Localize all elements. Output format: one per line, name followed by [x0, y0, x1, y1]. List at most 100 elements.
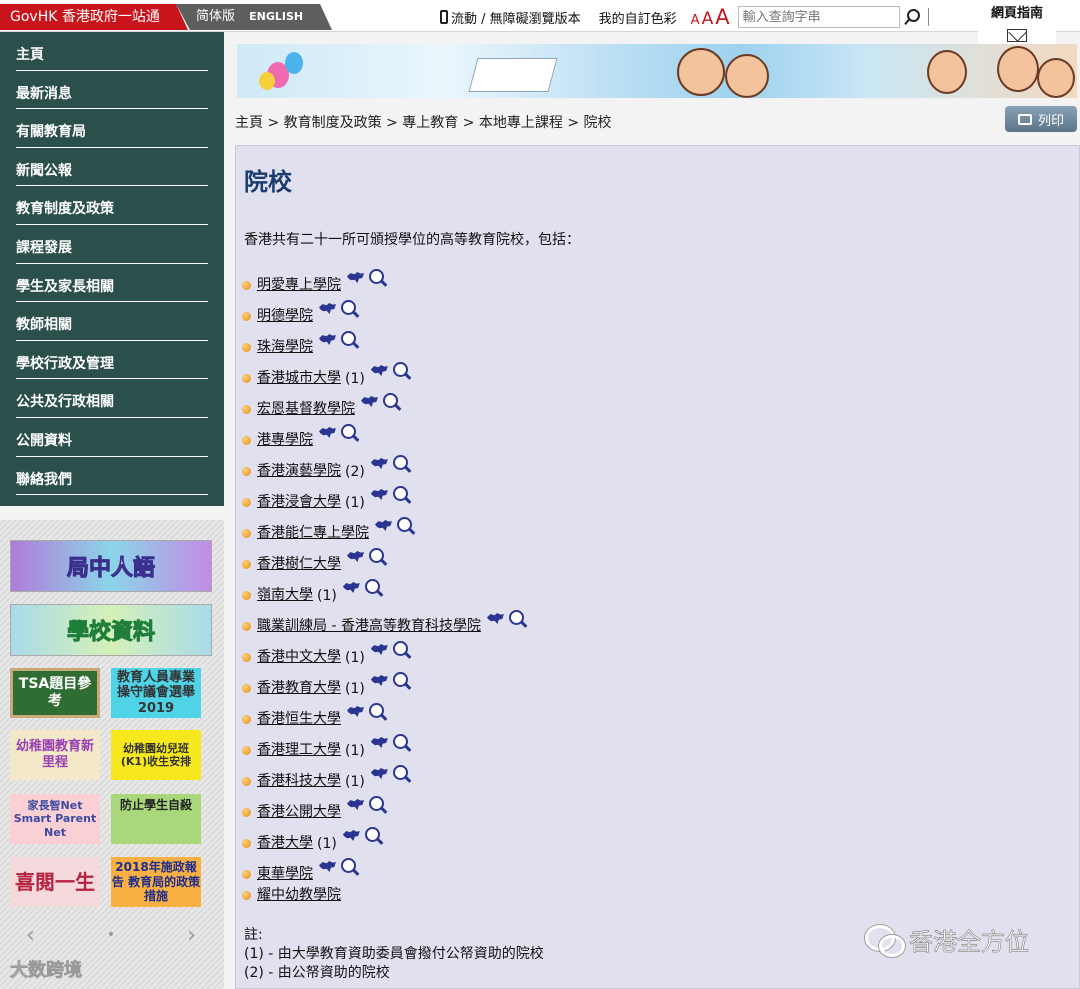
map-icon[interactable]: [347, 799, 364, 810]
promo-tile-smart-parent[interactable]: 家長智Net Smart Parent Net: [10, 794, 100, 844]
promo-tile-tsa[interactable]: TSA題目參考: [10, 668, 100, 718]
magnifier-icon[interactable]: [340, 299, 360, 319]
promo-tile-k1-admission[interactable]: 幼稚園幼兒班(K1)收生安排: [111, 730, 201, 780]
institution-link[interactable]: 香港能仁專上學院: [257, 522, 369, 542]
map-icon[interactable]: [486, 613, 504, 624]
map-icon[interactable]: [319, 334, 336, 345]
map-icon[interactable]: [370, 675, 388, 686]
lang-simplified-link[interactable]: 简体版: [196, 9, 235, 24]
institution-link[interactable]: 港專學院: [257, 429, 313, 449]
institution-link[interactable]: 香港公開大學: [257, 801, 341, 821]
map-icon[interactable]: [370, 737, 388, 748]
carousel-next-button[interactable]: ›: [187, 923, 196, 948]
magnifier-icon[interactable]: [392, 764, 412, 784]
magnifier-icon[interactable]: [368, 795, 388, 815]
institution-link[interactable]: 宏恩基督教學院: [257, 398, 355, 418]
institution-link[interactable]: 香港恒生大學: [257, 708, 341, 728]
sidebar-item-press[interactable]: 新聞公報: [16, 148, 208, 187]
map-icon[interactable]: [342, 582, 360, 593]
institution-link[interactable]: 東華學院: [257, 863, 313, 883]
institution-link[interactable]: 香港中文大學: [257, 646, 341, 666]
sidebar-item-contact[interactable]: 聯絡我們: [16, 457, 208, 496]
institution-link[interactable]: 明德學院: [257, 305, 313, 325]
map-icon[interactable]: [375, 520, 392, 531]
carousel-prev-button[interactable]: ‹: [26, 923, 35, 948]
sidebar-item-open-data[interactable]: 公開資料: [16, 418, 208, 457]
promo-tile-council-election[interactable]: 教育人員專業操守議會選舉2019: [111, 668, 201, 718]
magnifier-icon[interactable]: [392, 733, 412, 753]
promo-tile-suicide-prevention[interactable]: 防止學生自殺: [111, 794, 201, 844]
sidebar-item-school-admin[interactable]: 學校行政及管理: [16, 341, 208, 380]
promo-tile-kindergarten[interactable]: 幼稚園教育新里程: [10, 730, 100, 780]
sidebar-item-public-admin[interactable]: 公共及行政相關: [16, 379, 208, 418]
magnifier-icon[interactable]: [392, 361, 412, 381]
institution-link[interactable]: 嶺南大學: [257, 584, 313, 604]
institution-link[interactable]: 香港樹仁大學: [257, 553, 341, 573]
sidebar-item-home[interactable]: 主頁: [16, 32, 208, 71]
institution-link[interactable]: 香港科技大學: [257, 770, 341, 790]
font-size-small[interactable]: A: [691, 13, 700, 28]
institution-link[interactable]: 珠海學院: [257, 336, 313, 356]
map-icon[interactable]: [370, 644, 388, 655]
map-icon[interactable]: [319, 303, 336, 314]
magnifier-icon[interactable]: [340, 857, 360, 877]
map-icon[interactable]: [319, 861, 336, 872]
magnifier-icon[interactable]: [508, 609, 528, 629]
magnifier-icon[interactable]: [392, 671, 412, 691]
institution-link[interactable]: 職業訓練局 - 香港高等教育科技學院: [257, 615, 481, 635]
font-size-medium[interactable]: A: [702, 9, 714, 29]
map-icon[interactable]: [370, 458, 388, 469]
custom-colour-link[interactable]: 我的自訂色彩: [599, 8, 677, 27]
sidebar-item-students-parents[interactable]: 學生及家長相關: [16, 264, 208, 303]
search-icon[interactable]: [904, 7, 922, 27]
font-size-large[interactable]: A: [715, 5, 729, 29]
magnifier-icon[interactable]: [340, 330, 360, 350]
sidebar-item-news[interactable]: 最新消息: [16, 71, 208, 110]
sidebar-item-teachers[interactable]: 教師相關: [16, 302, 208, 341]
govhk-link[interactable]: GovHK 香港政府一站通: [0, 4, 188, 30]
mobile-version-link[interactable]: 流動 / 無障礙瀏覽版本: [451, 8, 581, 27]
sidebar-item-about[interactable]: 有關教育局: [16, 109, 208, 148]
lang-english-link[interactable]: ENGLISH: [249, 10, 303, 23]
carousel-dot[interactable]: •: [107, 927, 115, 943]
map-icon[interactable]: [347, 272, 364, 283]
map-icon[interactable]: [370, 768, 388, 779]
magnifier-icon[interactable]: [368, 268, 388, 288]
magnifier-icon[interactable]: [364, 578, 384, 598]
map-icon[interactable]: [347, 551, 364, 562]
promo-banner-school-info[interactable]: 學校資料: [10, 604, 212, 656]
institution-link[interactable]: 香港演藝學院: [257, 460, 341, 480]
institution-link[interactable]: 香港大學: [257, 832, 313, 852]
promo-tile-policy-address[interactable]: 2018年施政報告 教育局的政策措施: [111, 857, 201, 907]
institution-link[interactable]: 耀中幼教學院: [257, 884, 341, 904]
map-icon[interactable]: [347, 706, 364, 717]
magnifier-icon[interactable]: [368, 547, 388, 567]
map-icon[interactable]: [319, 427, 336, 438]
print-button[interactable]: 列印: [1005, 106, 1077, 132]
magnifier-icon[interactable]: [382, 392, 402, 412]
map-icon[interactable]: [370, 365, 388, 376]
magnifier-icon[interactable]: [392, 640, 412, 660]
institution-link[interactable]: 香港浸會大學: [257, 491, 341, 511]
map-icon[interactable]: [370, 489, 388, 500]
institution-link[interactable]: 香港城市大學: [257, 367, 341, 387]
magnifier-icon[interactable]: [392, 454, 412, 474]
search-input[interactable]: [737, 6, 900, 28]
institution-link[interactable]: 明愛專上學院: [257, 274, 341, 294]
breadcrumb[interactable]: 主頁 > 教育制度及政策 > 專上教育 > 本地專上課程 > 院校: [235, 112, 612, 132]
promo-banner-insider[interactable]: 局中人語: [10, 540, 212, 592]
sidebar-item-policy[interactable]: 教育制度及政策: [16, 186, 208, 225]
magnifier-icon[interactable]: [392, 485, 412, 505]
magnifier-icon[interactable]: [364, 826, 384, 846]
sidebar-item-curriculum[interactable]: 課程發展: [16, 225, 208, 264]
magnifier-icon[interactable]: [340, 423, 360, 443]
promo-tile-reading[interactable]: 喜閱一生: [10, 857, 100, 907]
map-icon[interactable]: [361, 396, 378, 407]
magnifier-icon[interactable]: [396, 516, 416, 536]
site-guide-link[interactable]: 網頁指南: [978, 3, 1056, 25]
institution-link[interactable]: 香港理工大學: [257, 739, 341, 759]
magnifier-icon[interactable]: [368, 702, 388, 722]
institution-link[interactable]: 香港教育大學: [257, 677, 341, 697]
mail-icon[interactable]: [1007, 29, 1027, 42]
map-icon[interactable]: [342, 830, 360, 841]
